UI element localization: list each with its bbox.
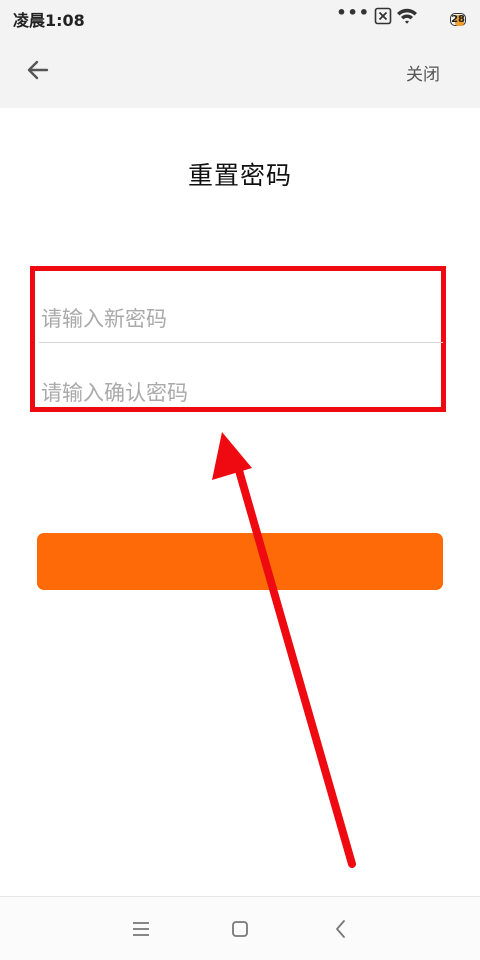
back-arrow-icon (27, 60, 49, 80)
submit-button[interactable] (37, 533, 443, 590)
field-divider (39, 342, 443, 343)
back-button[interactable] (20, 52, 56, 88)
no-sim-icon (374, 7, 392, 29)
status-time: 凌晨1:08 (13, 11, 85, 30)
nav-back-icon[interactable] (327, 915, 355, 943)
home-icon[interactable] (226, 915, 254, 943)
status-bar: 凌晨1:08 ••• 28 (0, 0, 480, 34)
menu-icon[interactable] (127, 915, 155, 943)
wifi-icon (396, 7, 418, 29)
top-app-bar: 关闭 (0, 34, 480, 108)
close-button[interactable]: 关闭 (406, 60, 440, 85)
password-form-highlight (30, 266, 446, 423)
more-dots-icon: ••• (336, 3, 370, 22)
page-title: 重置密码 (187, 161, 292, 190)
system-nav-bar (0, 896, 480, 960)
reset-password-screen: 凌晨1:08 ••• 28 关闭 重置密码 (0, 0, 480, 960)
confirm-password-input[interactable] (39, 363, 443, 423)
battery-icon: 28 (450, 7, 466, 26)
battery-level: 28 (451, 14, 465, 25)
new-password-input[interactable] (39, 289, 443, 349)
annotation-arrow (212, 432, 356, 868)
